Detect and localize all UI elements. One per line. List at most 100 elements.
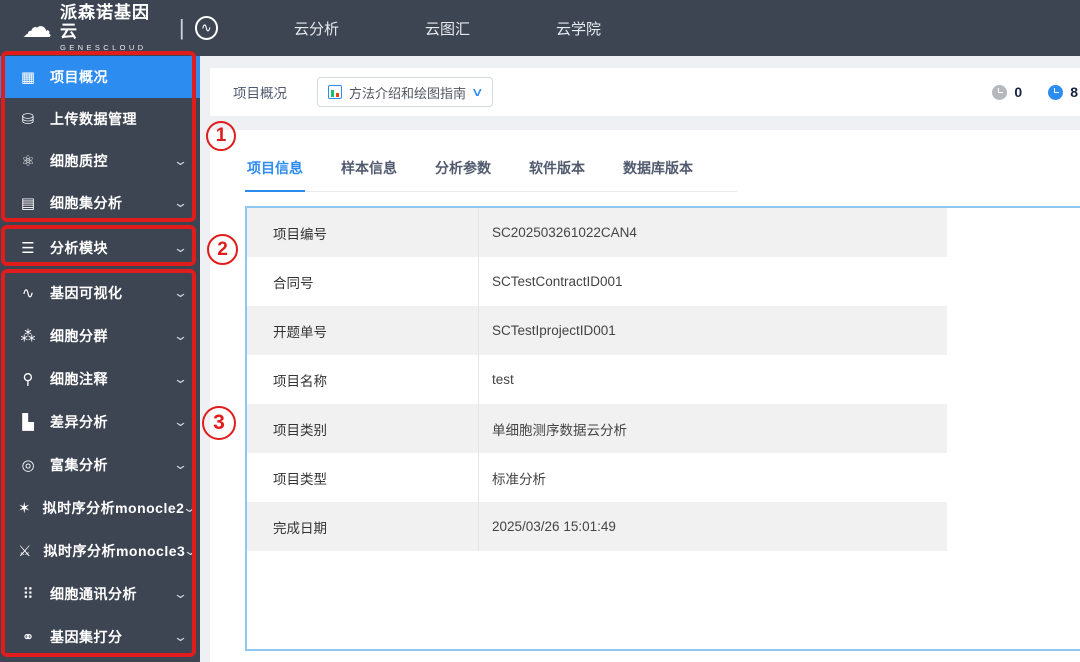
table-row: 开题单号 SCTestIprojectID001 <box>247 306 947 355</box>
sidebar-item-project-overview[interactable]: ▦ 项目概况 <box>0 56 200 98</box>
sidebar-item-label: 细胞通讯分析 <box>50 585 137 602</box>
row-label: 项目类型 <box>247 453 479 502</box>
brand-name-cn: 派森诺基因云 <box>60 3 150 41</box>
document-plus-icon: ▤ <box>20 195 36 212</box>
target-icon: ◎ <box>21 456 35 474</box>
running-tasks-badge[interactable]: 8 <box>1048 84 1078 100</box>
sidebar-item-geneset-scoring[interactable]: ⚭ 基因集打分 ⌄ <box>0 615 200 658</box>
dna-icon: ∿ <box>21 284 35 302</box>
clock-hands <box>998 88 1003 93</box>
tab-project-info[interactable]: 项目信息 <box>245 158 305 192</box>
running-count: 8 <box>1070 84 1078 100</box>
row-label: 项目编号 <box>247 208 479 257</box>
pending-tasks-badge[interactable]: 0 <box>992 84 1022 100</box>
chevron-down-icon: ∨ <box>470 85 485 99</box>
top-navbar: ☁ 派森诺基因云 GENESCLOUD | ∿ 云分析 云图汇 云学院 <box>0 0 1080 56</box>
nodes-icon: ⚛ <box>21 153 35 170</box>
sidebar-item-label: 差异分析 <box>50 413 108 430</box>
sidebar-item-label: 项目概况 <box>50 69 108 85</box>
sidebar-item-label: 分析模块 <box>50 239 108 256</box>
chevron-down-icon: ⌄ <box>172 585 189 601</box>
guide-icon-bar <box>335 92 339 97</box>
method-guide-dropdown[interactable]: 方法介绍和绘图指南 ∨ <box>317 77 493 107</box>
sidebar-item-label: 细胞集分析 <box>50 195 123 211</box>
sidebar-item-cellset-analysis[interactable]: ▤ 细胞集分析 ⌄ <box>0 182 200 224</box>
tab-database-version[interactable]: 数据库版本 <box>621 158 695 191</box>
genescloud-swirl-icon: ∿ <box>194 16 218 40</box>
chevron-down-icon: ⌄ <box>172 239 189 255</box>
grid-icon: ▦ <box>20 69 36 86</box>
primary-nav: 云分析 云图汇 云学院 <box>280 18 615 39</box>
row-value: 2025/03/26 15:01:49 <box>492 519 616 534</box>
sidebar-item-cell-qc[interactable]: ⚛ 细胞质控 ⌄ <box>0 140 200 182</box>
method-guide-label: 方法介绍和绘图指南 <box>349 85 467 101</box>
chevron-down-icon: ⌄ <box>172 153 189 168</box>
table-row: 合同号 SCTestContractID001 <box>247 257 947 306</box>
dots-network-icon: ⠿ <box>22 585 34 603</box>
row-label: 项目名称 <box>247 355 479 404</box>
pending-clock-icon <box>992 84 1008 100</box>
sidebar-item-label: 拟时序分析monocle3 <box>43 542 186 559</box>
sidebar-item-label: 基因可视化 <box>50 284 123 301</box>
sidebar-item-enrichment-analysis[interactable]: ◎ 富集分析 ⌄ <box>0 443 200 486</box>
chevron-down-icon: ⌄ <box>172 628 189 644</box>
guide-icon-bar <box>331 89 335 97</box>
nav-item-cloud-gallery[interactable]: 云图汇 <box>411 18 484 39</box>
brand-logo[interactable]: ☁ 派森诺基因云 GENESCLOUD | ∿ <box>0 3 218 52</box>
sidebar-item-pseudotime-monocle3[interactable]: ⚔ 拟时序分析monocle3 ⌄ <box>0 529 200 572</box>
bar-chart-icon: ▙ <box>22 413 34 431</box>
chevron-down-icon: ⌄ <box>172 413 189 429</box>
project-overview-panel: 项目信息 样本信息 分析参数 软件版本 数据库版本 项目编号 SC2025032… <box>210 130 1080 662</box>
brand-divider: | <box>178 15 185 40</box>
trajectory-icon: ✶ <box>18 499 31 517</box>
row-value: SCTestIprojectID001 <box>492 323 616 338</box>
row-label: 合同号 <box>247 257 479 306</box>
sidebar-item-label: 上传数据管理 <box>50 111 137 127</box>
table-row: 项目类型 标准分析 <box>247 453 947 502</box>
tab-software-version[interactable]: 软件版本 <box>527 158 587 191</box>
row-label: 项目类别 <box>247 404 479 453</box>
table-row: 项目编号 SC202503261022CAN4 <box>247 208 947 257</box>
sidebar-item-pseudotime-monocle2[interactable]: ✶ 拟时序分析monocle2 ⌄ <box>0 486 200 529</box>
nav-item-cloud-academy[interactable]: 云学院 <box>542 18 615 39</box>
sidebar-item-analysis-modules[interactable]: ☰ 分析模块 ⌄ <box>0 229 200 266</box>
chevron-down-icon: ⌄ <box>172 327 189 343</box>
tab-analysis-params[interactable]: 分析参数 <box>433 158 493 191</box>
sidebar-item-upload-data[interactable]: ⛁ 上传数据管理 <box>0 98 200 140</box>
chevron-down-icon: ⌄ <box>172 456 189 472</box>
chevron-down-icon: ⌄ <box>182 499 198 515</box>
row-value: SCTestContractID001 <box>492 274 623 289</box>
row-label: 开题单号 <box>247 306 479 355</box>
row-label: 完成日期 <box>247 502 479 551</box>
row-value: 标准分析 <box>492 471 546 487</box>
sidebar-item-gene-visualization[interactable]: ∿ 基因可视化 ⌄ <box>0 271 200 314</box>
sidebar-item-label: 基因集打分 <box>50 628 123 645</box>
brand-text: 派森诺基因云 GENESCLOUD <box>60 3 165 52</box>
sidebar-item-cell-communication[interactable]: ⠿ 细胞通讯分析 ⌄ <box>0 572 200 615</box>
sidebar-item-cell-annotation[interactable]: ⚲ 细胞注释 ⌄ <box>0 357 200 400</box>
sidebar-item-label: 细胞注释 <box>50 370 108 387</box>
project-info-table-container: 项目编号 SC202503261022CAN4 合同号 SCTestContra… <box>245 206 1080 651</box>
sidebar-item-label: 拟时序分析monocle2 <box>42 499 185 516</box>
row-value: SC202503261022CAN4 <box>492 225 637 240</box>
nav-item-cloud-analysis[interactable]: 云分析 <box>280 18 353 39</box>
sidebar-item-cell-clustering[interactable]: ⁂ 细胞分群 ⌄ <box>0 314 200 357</box>
project-info-table: 项目编号 SC202503261022CAN4 合同号 SCTestContra… <box>247 208 947 551</box>
magnifier-dots-icon: ⚲ <box>22 370 34 388</box>
dots-cluster-icon: ⁂ <box>20 327 36 345</box>
tab-sample-info[interactable]: 样本信息 <box>339 158 399 191</box>
chevron-down-icon: ⌄ <box>183 542 199 558</box>
table-row: 项目类别 单细胞测序数据云分析 <box>247 404 947 453</box>
clock-hands <box>1054 88 1059 93</box>
database-icon: ⛁ <box>21 111 35 128</box>
table-row: 项目名称 test <box>247 355 947 404</box>
glasses-icon: ⚭ <box>21 628 35 646</box>
table-row: 完成日期 2025/03/26 15:01:49 <box>247 502 947 551</box>
breadcrumb-bar: 项目概况 方法介绍和绘图指南 ∨ 0 8 <box>210 68 1080 116</box>
sidebar-item-label: 细胞质控 <box>50 153 108 169</box>
sidebar-item-differential-analysis[interactable]: ▙ 差异分析 ⌄ <box>0 400 200 443</box>
list-icon: ☰ <box>21 239 35 257</box>
chevron-down-icon: ⌄ <box>172 370 189 386</box>
status-badges: 0 8 <box>992 84 1078 100</box>
pending-count: 0 <box>1014 84 1023 100</box>
